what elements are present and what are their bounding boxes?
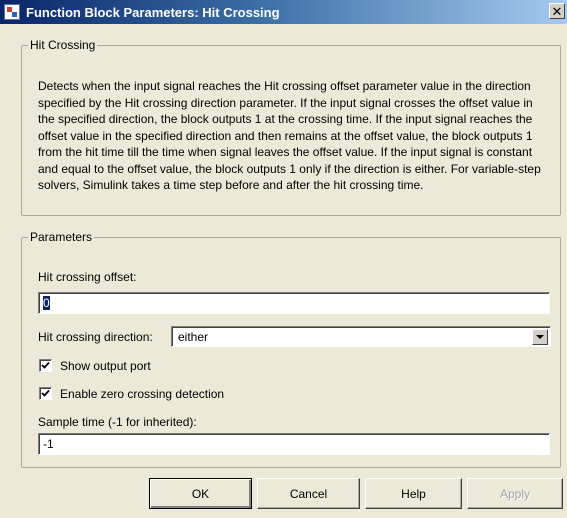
apply-button[interactable]: Apply [467, 478, 563, 509]
offset-input-value: 0 [43, 296, 50, 310]
direction-label: Hit crossing direction: [38, 330, 153, 344]
offset-label: Hit crossing offset: [38, 270, 137, 284]
ok-button[interactable]: OK [149, 478, 252, 509]
parameters-group: Parameters Hit crossing offset: 0 Hit cr… [21, 230, 561, 468]
direction-select[interactable]: either [171, 326, 551, 347]
parameters-group-label: Parameters [30, 230, 93, 244]
close-icon: ✕ [551, 3, 563, 19]
close-button[interactable]: ✕ [549, 3, 565, 19]
sample-time-input[interactable]: -1 [38, 433, 550, 455]
simulink-block-icon [4, 4, 20, 20]
window-title: Function Block Parameters: Hit Crossing [26, 4, 280, 20]
help-button[interactable]: Help [365, 478, 462, 509]
offset-input[interactable]: 0 [38, 292, 550, 314]
show-output-port-label[interactable]: Show output port [60, 359, 151, 373]
description-group-label: Hit Crossing [30, 38, 96, 52]
sample-time-input-value: -1 [43, 437, 54, 451]
sample-time-label: Sample time (-1 for inherited): [38, 415, 197, 429]
title-bar[interactable]: Function Block Parameters: Hit Crossing … [0, 0, 567, 24]
chevron-down-icon[interactable] [532, 329, 548, 345]
cancel-button[interactable]: Cancel [257, 478, 360, 509]
checkmark-icon [41, 361, 50, 369]
block-description: Detects when the input signal reaches th… [38, 79, 541, 192]
direction-select-value: either [178, 330, 209, 344]
zero-crossing-label[interactable]: Enable zero crossing detection [60, 387, 224, 401]
checkmark-icon [41, 389, 50, 397]
zero-crossing-checkbox[interactable] [39, 387, 52, 400]
description-group: Hit Crossing Detects when the input sign… [21, 38, 561, 216]
show-output-port-checkbox[interactable] [39, 359, 52, 372]
